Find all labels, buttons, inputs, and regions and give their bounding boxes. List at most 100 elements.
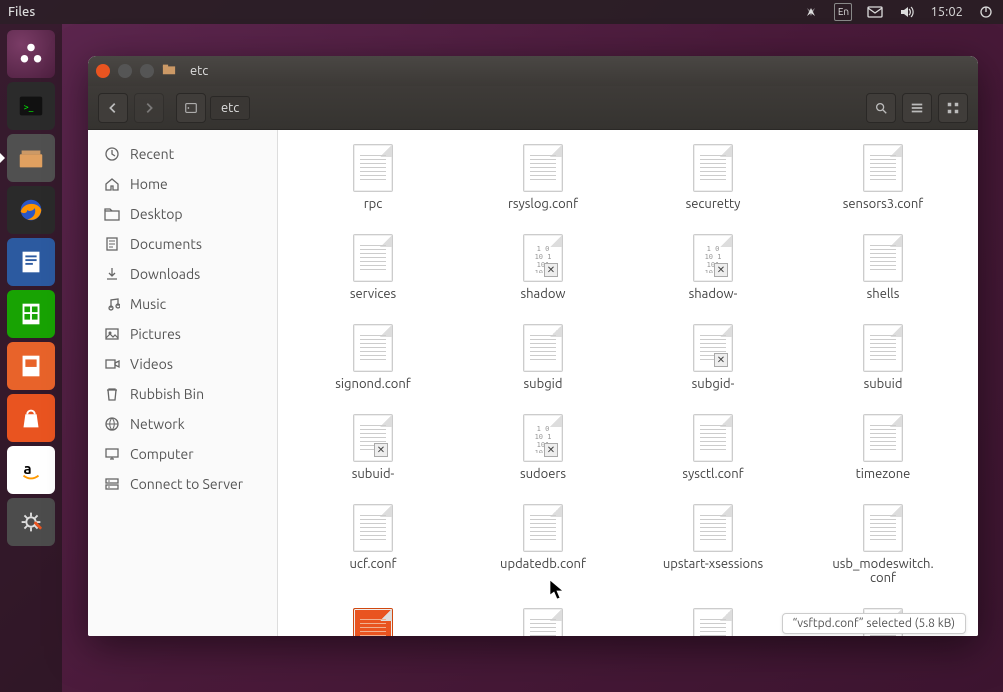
forward-button[interactable]	[134, 93, 164, 123]
file-item[interactable]: ucf.conf	[288, 504, 458, 586]
file-icon	[863, 234, 903, 282]
file-item[interactable]: rsyslog.conf	[458, 144, 628, 212]
file-grid-area[interactable]: rpc rsyslog.confsecuretty sensors3.conf ser…	[278, 130, 978, 636]
file-item[interactable]: services	[288, 234, 458, 302]
volume-indicator-icon[interactable]	[898, 3, 916, 21]
file-icon	[523, 504, 563, 552]
launcher-writer[interactable]	[7, 238, 55, 286]
computer-icon	[104, 446, 120, 462]
file-item[interactable]: rpc	[288, 144, 458, 212]
sidebar-item-label: Documents	[130, 236, 202, 252]
sidebar-item-music[interactable]: Music	[96, 290, 269, 318]
file-name: subuid-	[348, 466, 399, 482]
sidebar-item-documents[interactable]: Documents	[96, 230, 269, 258]
sidebar-item-home[interactable]: Home	[96, 170, 269, 198]
path-root-button[interactable]	[176, 93, 206, 123]
file-name: timezone	[852, 466, 915, 482]
file-icon	[863, 414, 903, 462]
file-item[interactable]: vsftpd.conf	[288, 608, 458, 636]
launcher-calc[interactable]	[7, 290, 55, 338]
file-icon	[863, 144, 903, 192]
file-item[interactable]: sensors3.conf	[798, 144, 968, 212]
file-icon	[353, 144, 393, 192]
list-view-button[interactable]	[902, 93, 932, 123]
sidebar-item-connect-to-server[interactable]: Connect to Server	[96, 470, 269, 498]
file-item[interactable]: securetty	[628, 144, 798, 212]
grid-view-button[interactable]	[938, 93, 968, 123]
launcher-settings[interactable]	[7, 498, 55, 546]
sidebar-item-desktop[interactable]: Desktop	[96, 200, 269, 228]
path-bar: etc	[176, 93, 250, 123]
file-item[interactable]: subgid	[458, 324, 628, 392]
sidebar-item-label: Videos	[130, 356, 173, 372]
file-icon: 1 010 11011010	[523, 234, 563, 282]
file-item[interactable]: timezone	[798, 414, 968, 482]
window-close-button[interactable]	[96, 64, 110, 78]
file-name: rpc	[360, 196, 387, 212]
file-item[interactable]: vtrgb	[458, 608, 628, 636]
back-button[interactable]	[98, 93, 128, 123]
sidebar-item-label: Recent	[130, 146, 174, 162]
file-item[interactable]: 1 010 11011010sudoers	[458, 414, 628, 482]
launcher-software-center[interactable]	[7, 394, 55, 442]
session-indicator-icon[interactable]	[977, 3, 995, 21]
keyboard-layout-indicator[interactable]: En	[834, 3, 852, 21]
launcher-terminal[interactable]: >_	[7, 82, 55, 130]
file-item[interactable]: signond.conf	[288, 324, 458, 392]
window-maximize-button[interactable]	[140, 64, 154, 78]
sidebar-item-network[interactable]: Network	[96, 410, 269, 438]
file-name: shells	[863, 286, 904, 302]
file-item[interactable]: 1 010 11011010shadow	[458, 234, 628, 302]
file-item[interactable]: upstart-xsessions	[628, 504, 798, 586]
launcher-dash[interactable]	[7, 30, 55, 78]
sidebar-item-computer[interactable]: Computer	[96, 440, 269, 468]
sidebar-item-pictures[interactable]: Pictures	[96, 320, 269, 348]
file-item[interactable]: subuid	[798, 324, 968, 392]
toolbar: etc	[88, 86, 978, 130]
sidebar-item-rubbish-bin[interactable]: Rubbish Bin	[96, 380, 269, 408]
file-name: sensors3.conf	[839, 196, 928, 212]
launcher-amazon[interactable]: a	[7, 446, 55, 494]
file-item[interactable]: usb_modeswitch.conf	[798, 504, 968, 586]
sidebar-item-label: Network	[130, 416, 185, 432]
file-name: ucf.conf	[345, 556, 400, 572]
network-indicator-icon[interactable]	[802, 3, 820, 21]
file-name: upstart-xsessions	[659, 556, 767, 572]
search-button[interactable]	[866, 93, 896, 123]
file-item[interactable]: subuid-	[288, 414, 458, 482]
file-item[interactable]: 1 010 11011010shadow-	[628, 234, 798, 302]
mail-indicator-icon[interactable]	[866, 3, 884, 21]
file-item[interactable]: wgetrc	[628, 608, 798, 636]
file-icon	[523, 324, 563, 372]
svg-text:>_: >_	[24, 101, 34, 112]
window-titlebar[interactable]: etc	[88, 56, 978, 86]
file-item[interactable]: updatedb.conf	[458, 504, 628, 586]
file-name: updatedb.conf	[496, 556, 590, 572]
trash-icon	[104, 386, 120, 402]
unity-launcher: >_ a	[0, 24, 62, 692]
home-icon	[104, 176, 120, 192]
sidebar-item-label: Connect to Server	[130, 476, 243, 492]
clock-icon	[104, 146, 120, 162]
clock[interactable]: 15:02	[930, 5, 963, 19]
sidebar-item-recent[interactable]: Recent	[96, 140, 269, 168]
sidebar-item-label: Downloads	[130, 266, 200, 282]
launcher-firefox[interactable]	[7, 186, 55, 234]
file-item[interactable]: subgid-	[628, 324, 798, 392]
folder-icon	[162, 62, 176, 80]
file-item[interactable]: shells	[798, 234, 968, 302]
launcher-files[interactable]	[7, 134, 55, 182]
window-minimize-button[interactable]	[118, 64, 132, 78]
sidebar-item-downloads[interactable]: Downloads	[96, 260, 269, 288]
launcher-impress[interactable]	[7, 342, 55, 390]
selection-status: “vsftpd.conf” selected (5.8 kB)	[782, 613, 967, 634]
file-icon	[353, 504, 393, 552]
focused-app-name[interactable]: Files	[8, 5, 35, 19]
sidebar-item-videos[interactable]: Videos	[96, 350, 269, 378]
file-name: services	[346, 286, 400, 302]
server-icon	[104, 476, 120, 492]
path-segment-etc[interactable]: etc	[210, 96, 250, 120]
file-icon	[693, 608, 733, 636]
file-item[interactable]: sysctl.conf	[628, 414, 798, 482]
file-icon	[353, 414, 393, 462]
